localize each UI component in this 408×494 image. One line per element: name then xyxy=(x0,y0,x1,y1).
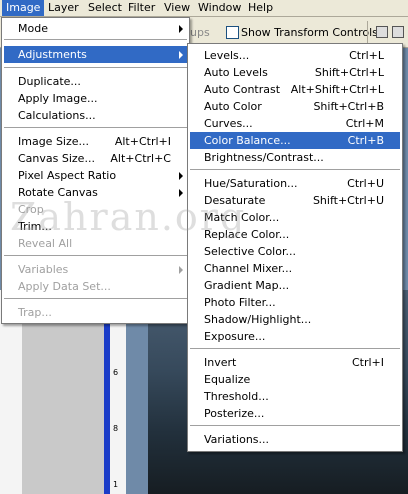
menu-item-variations[interactable]: Variations... xyxy=(190,431,400,448)
menu-item-selective-color[interactable]: Selective Color... xyxy=(190,243,400,260)
submenu-arrow-icon xyxy=(179,266,183,274)
menu-item-auto-color[interactable]: Auto Color Shift+Ctrl+B xyxy=(190,98,400,115)
menu-bar: Image Layer Select Filter View Window He… xyxy=(0,0,408,17)
menu-item-channel-mixer[interactable]: Channel Mixer... xyxy=(190,260,400,277)
menu-item-canvas-size[interactable]: Canvas Size... Alt+Ctrl+C xyxy=(4,150,187,167)
submenu-arrow-icon xyxy=(179,51,183,59)
options-partial-label: ups xyxy=(190,26,210,39)
menu-item-trim[interactable]: Trim... xyxy=(4,218,187,235)
submenu-arrow-icon xyxy=(179,189,183,197)
menu-item-hue-saturation[interactable]: Hue/Saturation... Ctrl+U xyxy=(190,175,400,192)
menu-item-apply-data-set[interactable]: Apply Data Set... xyxy=(4,278,187,295)
menu-item-threshold[interactable]: Threshold... xyxy=(190,388,400,405)
menu-item-reveal-all[interactable]: Reveal All xyxy=(4,235,187,252)
menu-item-auto-contrast[interactable]: Auto Contrast Alt+Shift+Ctrl+L xyxy=(190,81,400,98)
menu-separator xyxy=(190,348,400,350)
menu-item-desaturate[interactable]: Desaturate Shift+Ctrl+U xyxy=(190,192,400,209)
show-transform-label[interactable]: Show Transform Controls xyxy=(241,26,378,39)
menu-item-match-color[interactable]: Match Color... xyxy=(190,209,400,226)
menu-item-rotate-canvas[interactable]: Rotate Canvas xyxy=(4,184,187,201)
submenu-arrow-icon xyxy=(179,25,183,33)
menu-item-photo-filter[interactable]: Photo Filter... xyxy=(190,294,400,311)
menu-layer[interactable]: Layer xyxy=(44,0,83,16)
menu-item-variables[interactable]: Variables xyxy=(4,261,187,278)
menu-item-exposure[interactable]: Exposure... xyxy=(190,328,400,345)
menu-item-curves[interactable]: Curves... Ctrl+M xyxy=(190,115,400,132)
menu-window[interactable]: Window xyxy=(194,0,245,16)
menu-item-invert[interactable]: Invert Ctrl+I xyxy=(190,354,400,371)
menu-select[interactable]: Select xyxy=(84,0,126,16)
menu-separator xyxy=(4,298,187,300)
menu-item-levels[interactable]: Levels... Ctrl+L xyxy=(190,47,400,64)
align-middle-icon[interactable] xyxy=(392,26,404,38)
ruler-number: 6 xyxy=(113,368,119,377)
menu-item-replace-color[interactable]: Replace Color... xyxy=(190,226,400,243)
submenu-arrow-icon xyxy=(179,172,183,180)
menu-filter[interactable]: Filter xyxy=(124,0,159,16)
divider xyxy=(367,21,368,43)
menu-help[interactable]: Help xyxy=(244,0,277,16)
menu-view[interactable]: View xyxy=(160,0,194,16)
menu-item-pixel-aspect-ratio[interactable]: Pixel Aspect Ratio xyxy=(4,167,187,184)
menu-item-duplicate[interactable]: Duplicate... xyxy=(4,73,187,90)
menu-item-adjustments[interactable]: Adjustments xyxy=(4,46,187,63)
menu-item-image-size[interactable]: Image Size... Alt+Ctrl+I xyxy=(4,133,187,150)
menu-item-brightness-contrast[interactable]: Brightness/Contrast... xyxy=(190,149,400,166)
image-menu: Mode Adjustments Duplicate... Apply Imag… xyxy=(1,17,190,324)
menu-separator xyxy=(4,127,187,129)
ruler-number: 8 xyxy=(113,424,119,433)
vertical-ruler: 6 8 1 xyxy=(107,320,126,494)
menu-item-gradient-map[interactable]: Gradient Map... xyxy=(190,277,400,294)
menu-separator xyxy=(190,425,400,427)
menu-item-shadow-highlight[interactable]: Shadow/Highlight... xyxy=(190,311,400,328)
menu-item-color-balance[interactable]: Color Balance... Ctrl+B xyxy=(190,132,400,149)
show-transform-checkbox[interactable] xyxy=(226,26,239,39)
menu-separator xyxy=(4,67,187,69)
menu-image[interactable]: Image xyxy=(2,0,45,16)
menu-item-crop[interactable]: Crop xyxy=(4,201,187,218)
menu-item-equalize[interactable]: Equalize xyxy=(190,371,400,388)
align-top-icon[interactable] xyxy=(376,26,388,38)
menu-item-trap[interactable]: Trap... xyxy=(4,304,187,321)
adjustments-submenu: Levels... Ctrl+L Auto Levels Shift+Ctrl+L … xyxy=(187,43,403,452)
menu-item-mode[interactable]: Mode xyxy=(4,20,187,37)
ruler-number: 1 xyxy=(113,480,119,489)
menu-separator xyxy=(190,169,400,171)
menu-separator xyxy=(4,255,187,257)
menu-item-auto-levels[interactable]: Auto Levels Shift+Ctrl+L xyxy=(190,64,400,81)
menu-item-apply-image[interactable]: Apply Image... xyxy=(4,90,187,107)
menu-item-calculations[interactable]: Calculations... xyxy=(4,107,187,124)
menu-item-posterize[interactable]: Posterize... xyxy=(190,405,400,422)
menu-separator xyxy=(4,39,187,41)
